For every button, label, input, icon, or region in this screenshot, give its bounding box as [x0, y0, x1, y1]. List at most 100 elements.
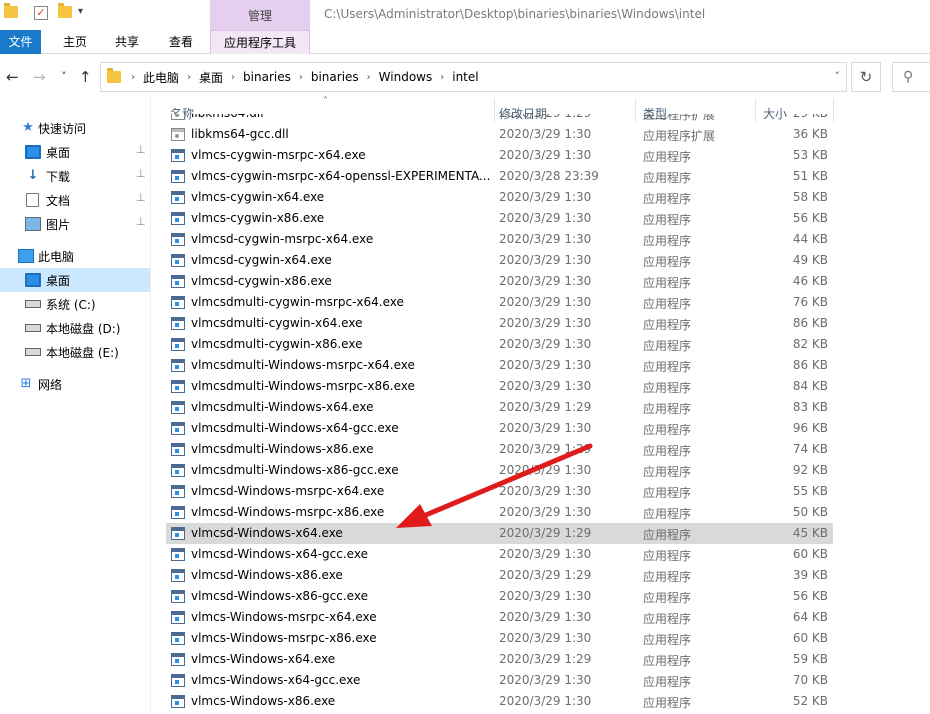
- file-row[interactable]: vlmcs-Windows-x64.exe 2020/3/29 1:29 应用程序 5…: [166, 649, 833, 670]
- file-row[interactable]: vlmcs-cygwin-x64.exe 2020/3/29 1:30 应用程序 58…: [166, 187, 833, 208]
- pin-icon[interactable]: ⊥: [136, 167, 146, 180]
- breadcrumb-separator-icon[interactable]: ›: [367, 72, 371, 83]
- nav-network[interactable]: ⊞ 网络: [0, 372, 150, 396]
- file-name: vlmcsdmulti-cygwin-x64.exe: [191, 316, 363, 330]
- file-row[interactable]: vlmcs-cygwin-x86.exe 2020/3/29 1:30 应用程序 56…: [166, 208, 833, 229]
- file-row[interactable]: vlmcs-Windows-x86.exe 2020/3/29 1:30 应用程序 5…: [166, 691, 833, 712]
- file-row[interactable]: vlmcsdmulti-cygwin-x86.exe 2020/3/29 1:30…: [166, 334, 833, 355]
- breadcrumb-separator-icon[interactable]: ›: [187, 72, 191, 83]
- file-row[interactable]: vlmcs-cygwin-msrpc-x64-openssl-EXPERIMEN…: [166, 166, 833, 187]
- breadcrumb-separator-icon[interactable]: ›: [299, 72, 303, 83]
- file-row[interactable]: vlmcsd-cygwin-x86.exe 2020/3/29 1:30 应用程序 4…: [166, 271, 833, 292]
- file-name: vlmcs-Windows-x86.exe: [191, 694, 336, 708]
- address-bar[interactable]: › 此电脑 › 桌面 › binaries › binaries › Windo…: [100, 62, 847, 92]
- file-row[interactable]: vlmcsdmulti-Windows-msrpc-x64.exe 2020/3/…: [166, 355, 833, 376]
- new-folder-icon[interactable]: [58, 3, 72, 18]
- pin-icon[interactable]: ⊥: [136, 143, 146, 156]
- file-row[interactable]: libkms64-gcc.dll 2020/3/29 1:30 应用程序扩展 36 K…: [166, 124, 833, 145]
- file-name: vlmcs-Windows-x64-gcc.exe: [191, 673, 361, 687]
- breadcrumb-binaries-2[interactable]: binaries: [311, 70, 359, 84]
- nav-item-pc-desktop[interactable]: 桌面: [0, 268, 150, 292]
- file-name: vlmcs-Windows-x64.exe: [191, 652, 336, 666]
- file-row[interactable]: vlmcsd-Windows-msrpc-x64.exe 2020/3/29 1:…: [166, 481, 833, 502]
- nav-label: 文档: [46, 194, 71, 208]
- file-size: 70 KB: [792, 673, 828, 687]
- nav-item-drive-d[interactable]: 本地磁盘 (D:): [0, 316, 150, 340]
- title-bar: ✓ ▾ 管理 C:\Users\Administrator\Desktop\bi…: [0, 0, 930, 30]
- properties-check-icon[interactable]: ✓: [34, 6, 48, 20]
- breadcrumb-separator-icon[interactable]: ›: [231, 72, 235, 83]
- network-icon: ⊞: [20, 376, 32, 391]
- file-row[interactable]: vlmcsd-Windows-x86-gcc.exe 2020/3/29 1:30…: [166, 586, 833, 607]
- nav-quick-access[interactable]: ★ 快速访问: [0, 116, 150, 140]
- file-row[interactable]: libkms64.dll 2020/3/29 1:29 应用程序扩展 29 KB: [166, 114, 833, 124]
- breadcrumb-binaries[interactable]: binaries: [243, 70, 291, 84]
- exe-file-icon: [171, 611, 185, 624]
- file-row[interactable]: vlmcs-Windows-msrpc-x86.exe 2020/3/29 1:3…: [166, 628, 833, 649]
- context-tab-manage[interactable]: 管理: [210, 0, 310, 30]
- refresh-button[interactable]: ↻: [851, 62, 881, 92]
- tab-share[interactable]: 共享: [106, 30, 148, 54]
- file-row[interactable]: vlmcsd-Windows-x64.exe 2020/3/29 1:29 应用程序…: [166, 523, 833, 544]
- breadcrumb-desktop[interactable]: 桌面: [199, 69, 223, 86]
- exe-file-icon: [171, 506, 185, 519]
- file-size: 58 KB: [792, 190, 828, 204]
- breadcrumb-separator-icon[interactable]: ›: [440, 72, 444, 83]
- nav-this-pc[interactable]: 此电脑: [0, 244, 150, 268]
- pin-icon[interactable]: ⊥: [136, 191, 146, 204]
- forward-arrow-icon[interactable]: →: [33, 68, 46, 86]
- search-box[interactable]: ⚲: [892, 62, 930, 92]
- file-row[interactable]: vlmcsd-Windows-x64-gcc.exe 2020/3/29 1:30…: [166, 544, 833, 565]
- file-row[interactable]: vlmcsdmulti-Windows-x64-gcc.exe 2020/3/29…: [166, 418, 833, 439]
- file-row[interactable]: vlmcsd-Windows-x86.exe 2020/3/29 1:29 应用程序…: [166, 565, 833, 586]
- exe-file-icon: [171, 380, 185, 393]
- recent-locations-icon[interactable]: ˅: [61, 70, 67, 83]
- nav-item-documents[interactable]: 文档 ⊥: [0, 188, 150, 212]
- sort-ascending-icon: ˄: [323, 96, 328, 107]
- file-row[interactable]: vlmcsdmulti-Windows-x86-gcc.exe 2020/3/29…: [166, 460, 833, 481]
- file-row[interactable]: vlmcsdmulti-cygwin-x64.exe 2020/3/29 1:30…: [166, 313, 833, 334]
- file-row[interactable]: vlmcsdmulti-Windows-x64.exe 2020/3/29 1:2…: [166, 397, 833, 418]
- pictures-icon: [25, 217, 41, 231]
- exe-file-icon: [171, 317, 185, 330]
- customize-toolbar-dropdown-icon[interactable]: ▾: [78, 6, 83, 17]
- pin-icon[interactable]: ⊥: [136, 215, 146, 228]
- tab-application-tools[interactable]: 应用程序工具: [210, 30, 310, 54]
- breadcrumb-windows[interactable]: Windows: [379, 70, 433, 84]
- nav-item-drive-e[interactable]: 本地磁盘 (E:): [0, 340, 150, 364]
- file-row[interactable]: vlmcsdmulti-cygwin-msrpc-x64.exe 2020/3/2…: [166, 292, 833, 313]
- breadcrumb-this-pc[interactable]: 此电脑: [143, 69, 179, 86]
- exe-file-icon: [171, 443, 185, 456]
- file-row[interactable]: vlmcsdmulti-Windows-msrpc-x86.exe 2020/3/…: [166, 376, 833, 397]
- file-name: vlmcsd-Windows-msrpc-x86.exe: [191, 505, 385, 519]
- file-row[interactable]: vlmcs-Windows-msrpc-x64.exe 2020/3/29 1:3…: [166, 607, 833, 628]
- up-arrow-icon[interactable]: ↑: [79, 68, 92, 86]
- tab-home[interactable]: 主页: [54, 30, 96, 54]
- exe-file-icon: [171, 527, 185, 540]
- nav-item-downloads[interactable]: ↓ 下载 ⊥: [0, 164, 150, 188]
- tab-view[interactable]: 查看: [160, 30, 202, 54]
- address-dropdown-icon[interactable]: ˅: [835, 70, 841, 83]
- file-row[interactable]: vlmcs-Windows-x64-gcc.exe 2020/3/29 1:30 应…: [166, 670, 833, 691]
- nav-item-drive-c[interactable]: 系统 (C:): [0, 292, 150, 316]
- tab-file[interactable]: 文件: [0, 30, 41, 54]
- folder-icon[interactable]: [4, 3, 18, 18]
- file-row[interactable]: vlmcs-cygwin-msrpc-x64.exe 2020/3/29 1:30…: [166, 145, 833, 166]
- file-row[interactable]: vlmcsd-cygwin-msrpc-x64.exe 2020/3/29 1:3…: [166, 229, 833, 250]
- nav-item-desktop[interactable]: 桌面 ⊥: [0, 140, 150, 164]
- file-name: vlmcsdmulti-Windows-x86.exe: [191, 442, 374, 456]
- file-row[interactable]: vlmcsd-Windows-msrpc-x86.exe 2020/3/29 1:…: [166, 502, 833, 523]
- file-date: 2020/3/29 1:29: [499, 568, 592, 582]
- file-name: vlmcsdmulti-cygwin-msrpc-x64.exe: [191, 295, 404, 309]
- nav-label: 下载: [46, 170, 71, 184]
- nav-label: 桌面: [46, 274, 71, 288]
- breadcrumb-intel[interactable]: intel: [452, 70, 478, 84]
- pane-splitter[interactable]: [150, 96, 151, 714]
- nav-label: 此电脑: [38, 250, 75, 264]
- exe-file-icon: [171, 485, 185, 498]
- nav-item-pictures[interactable]: 图片 ⊥: [0, 212, 150, 236]
- file-row[interactable]: vlmcsd-cygwin-x64.exe 2020/3/29 1:30 应用程序 4…: [166, 250, 833, 271]
- back-arrow-icon[interactable]: ←: [6, 68, 19, 86]
- file-row[interactable]: vlmcsdmulti-Windows-x86.exe 2020/3/29 1:2…: [166, 439, 833, 460]
- breadcrumb-separator-icon[interactable]: ›: [131, 72, 135, 83]
